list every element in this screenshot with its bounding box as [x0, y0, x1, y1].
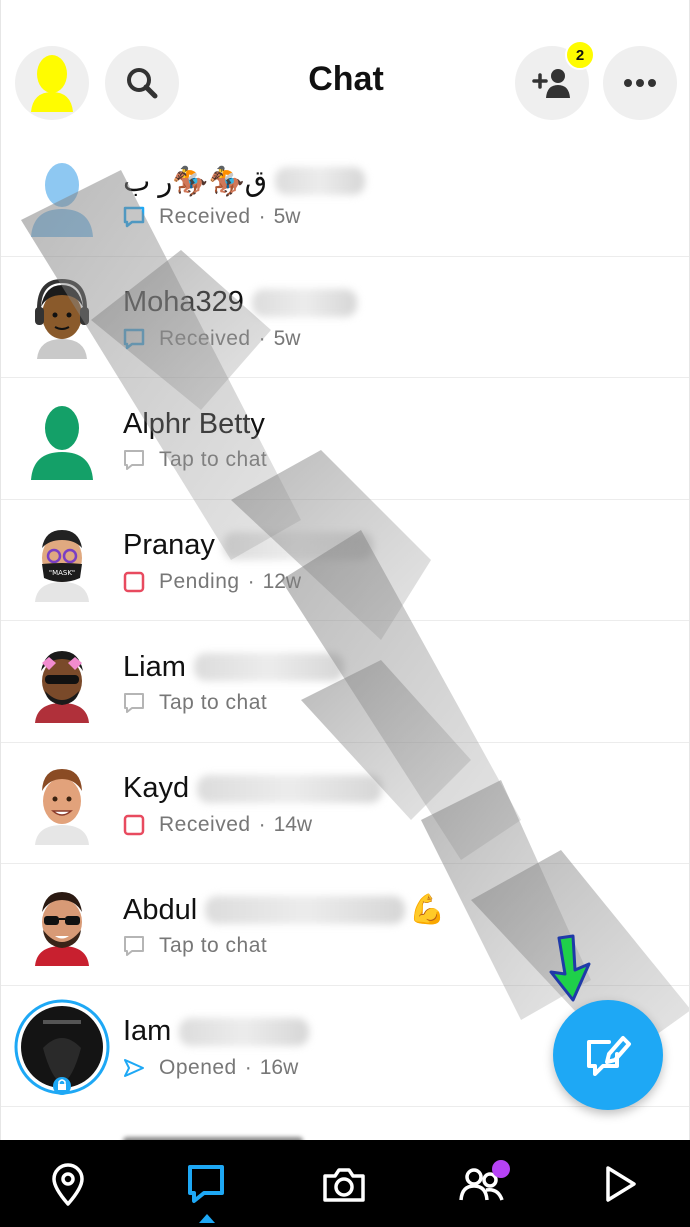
active-tab-indicator [199, 1214, 215, 1223]
bitmoji-avatar-kayd [35, 768, 89, 845]
chat-name: Pranay [123, 529, 215, 561]
chat-row-partial[interactable] [1, 1107, 689, 1140]
chat-status: Received [159, 326, 251, 350]
chat-age: 5w [273, 326, 301, 350]
default-avatar-icon [31, 406, 93, 480]
chat-status: Pending [159, 569, 240, 593]
chat-status: Received [159, 812, 251, 836]
tap-to-chat-icon [124, 936, 144, 956]
chat-name: Liam [123, 650, 186, 683]
separator: · [247, 569, 255, 593]
bitmoji-avatar-hearts [35, 651, 89, 723]
chat-name: Abdul [123, 893, 198, 926]
separator: · [258, 812, 266, 836]
nav-stories[interactable] [452, 1154, 512, 1214]
separator: · [258, 205, 266, 228]
chat-age: 5w [273, 205, 301, 228]
pending-snap-icon [123, 571, 145, 592]
more-options-icon [624, 79, 656, 87]
chat-row[interactable]: Liam Tap to chat [1, 621, 689, 743]
chat-row[interactable]: Alphr Betty Tap to chat [1, 378, 689, 500]
chat-age: 16w [259, 1055, 299, 1079]
svg-text:"MASK": "MASK" [49, 569, 75, 577]
bottom-navigation [0, 1140, 690, 1227]
nav-camera[interactable] [314, 1154, 374, 1214]
chat-status: Tap to chat [159, 448, 268, 471]
add-friend-button[interactable]: 2 [515, 40, 595, 120]
blurred-name [251, 288, 357, 317]
nav-spotlight[interactable] [590, 1154, 650, 1214]
chat-row[interactable]: Moha329 Received · 5w [1, 257, 689, 378]
bitmoji-avatar-sunglasses [35, 892, 89, 966]
chat-status: Received [159, 205, 251, 228]
chat-row[interactable]: Kayd Received · 14w [1, 743, 689, 864]
received-snap-icon [123, 814, 145, 835]
chat-status: Opened [159, 1055, 237, 1079]
chat-name: Iam [123, 1015, 172, 1047]
chat-name: Alphr Betty [123, 407, 265, 440]
chat-screen: Chat 2 ق🏇🏇ر ب Received · 5w Moha329 Rece… [0, 0, 690, 1140]
chat-name: Moha329 [123, 286, 244, 318]
tap-to-chat-icon [124, 450, 144, 470]
flexed-biceps-emoji: 💪 [409, 894, 446, 926]
story-avatar [14, 999, 110, 1095]
blurred-name [275, 167, 366, 195]
new-stories-indicator [492, 1160, 510, 1178]
chat-name: Kayd [123, 772, 190, 804]
received-chat-icon [123, 206, 145, 228]
blurred-name [179, 1017, 310, 1046]
green-arrow-icon [549, 934, 591, 1002]
chat-icon [188, 1165, 224, 1203]
opened-chat-icon [124, 1058, 144, 1077]
new-chat-button[interactable] [553, 1000, 663, 1110]
header: Chat 2 [1, 0, 689, 135]
chat-name: ق🏇🏇ر ب [123, 165, 268, 198]
chat-age: 14w [273, 812, 313, 836]
separator: · [244, 1055, 252, 1079]
bitmoji-avatar-headphones [35, 278, 89, 359]
chat-row[interactable]: "MASK" Pranay Pending · 12w [1, 500, 689, 621]
blurred-name [222, 531, 373, 560]
received-chat-icon [123, 328, 145, 349]
camera-icon [323, 1168, 365, 1202]
bitmoji-avatar-mask: "MASK" [35, 529, 89, 602]
blurred-name [193, 653, 344, 681]
add-friend-icon [532, 69, 570, 98]
default-avatar-icon [31, 163, 93, 237]
spotlight-icon [606, 1166, 636, 1202]
blurred-name [197, 774, 383, 803]
map-icon [52, 1163, 84, 1206]
chat-status: Tap to chat [159, 691, 268, 714]
default-avatar-icon [23, 1127, 97, 1140]
chat-status: Tap to chat [159, 934, 268, 957]
more-options-button[interactable] [603, 46, 677, 120]
separator: · [258, 326, 266, 350]
blurred-name [205, 896, 406, 924]
chat-age: 12w [262, 569, 302, 593]
new-chat-icon [587, 1036, 631, 1076]
tap-to-chat-icon [124, 693, 144, 713]
chat-row[interactable]: ق🏇🏇ر ب Received · 5w [1, 135, 689, 257]
friend-request-badge: 2 [565, 40, 595, 70]
nav-chat[interactable] [176, 1154, 236, 1214]
nav-map[interactable] [38, 1154, 98, 1214]
